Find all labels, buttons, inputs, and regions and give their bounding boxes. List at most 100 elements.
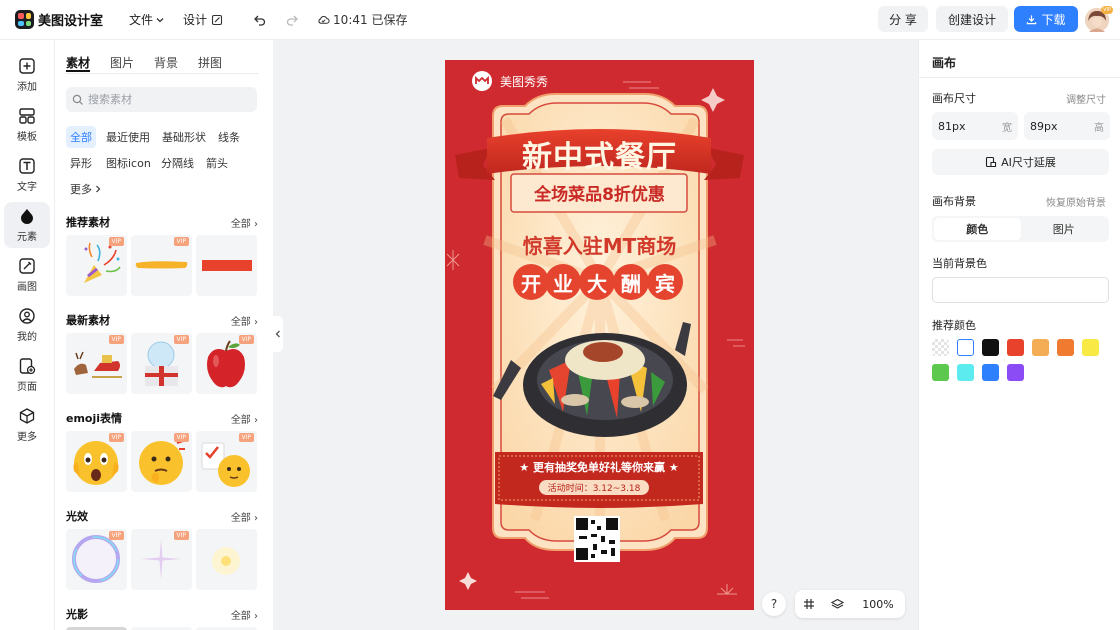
poster-opening-char[interactable]: 宾 [647,268,683,297]
resize-link[interactable]: 调整尺寸 [1066,91,1106,106]
material-thumb[interactable]: VIP [131,431,192,492]
see-all-label: 全部 [230,513,251,524]
see-all-link[interactable]: 全部 › [231,313,258,328]
material-thumb[interactable]: VIP [66,235,127,296]
poster-opening-char[interactable]: 酬 [613,268,649,297]
material-thumb[interactable]: VIP [66,333,127,394]
rail-item-elements[interactable]: 元素 [4,202,50,248]
design-canvas[interactable]: 美图秀秀 新中式餐厅 全场菜品8折优惠 惊喜入驻MT商场 开 业 大 酬 宾 ★… [445,60,754,610]
ai-extend-button[interactable]: AI尺寸延展 [932,149,1109,175]
material-thumb[interactable]: VIP [66,431,127,492]
material-thumb[interactable]: VIP [131,235,192,296]
swatch-white[interactable] [957,339,974,356]
create-design-button[interactable]: 创建设计 [936,6,1008,32]
search-box[interactable] [66,87,257,112]
avatar[interactable]: VIP [1085,6,1113,32]
zoom-level[interactable]: 100% [851,598,905,611]
height-value: 89px [1030,119,1058,133]
bg-mode-image[interactable]: 图片 [1021,218,1108,240]
poster-brand[interactable]: 美图秀秀 [500,73,548,90]
swatch-light-orange[interactable] [1032,339,1049,356]
layers-button[interactable] [823,598,851,611]
swatch-blue[interactable] [982,364,999,381]
material-thumb[interactable]: VIP [131,333,192,394]
see-all-link[interactable]: 全部 › [231,411,258,426]
rail-item-draw[interactable]: 画图 [4,252,50,298]
rail-item-add[interactable]: 添加 [4,52,50,98]
shapes-icon [21,209,33,224]
poster-tagline[interactable]: 惊喜入驻MT商场 [445,230,754,259]
bg-mode-color[interactable]: 颜色 [934,218,1021,240]
poster-opening-char[interactable]: 大 [579,268,615,297]
height-field[interactable]: 89px 高 [1024,112,1110,140]
filter-more[interactable]: 更多 [66,178,106,200]
plus-square-icon [19,58,35,74]
edit-icon [211,14,223,25]
help-button[interactable]: ? [762,592,786,616]
filter-arrows[interactable]: 箭头 [202,152,232,174]
rail-item-more[interactable]: 更多 [4,402,50,448]
filter-basic-shapes[interactable]: 基础形状 [158,126,210,148]
file-menu[interactable]: 文件 [129,11,165,28]
width-field[interactable]: 81px 宽 [932,112,1018,140]
swatch-red[interactable] [1007,339,1024,356]
undo-button[interactable] [249,9,271,31]
ai-resize-icon [986,156,997,168]
material-thumb[interactable]: VIP [196,431,257,492]
swatch-transparent[interactable] [932,339,949,356]
share-button[interactable]: 分 享 [878,6,928,32]
filter-lines[interactable]: 线条 [214,126,244,148]
material-thumb[interactable]: VIP [131,529,192,590]
tab-collage[interactable]: 拼图 [198,54,222,72]
see-all-link[interactable]: 全部 › [231,215,258,230]
download-button[interactable]: 下载 [1014,6,1078,32]
tab-materials[interactable]: 素材 [66,54,91,72]
swatch-black[interactable] [982,339,999,356]
filter-recent[interactable]: 最近使用 [102,126,154,148]
filter-dividers[interactable]: 分隔线 [157,152,198,174]
poster-banner-text[interactable]: ★ 更有抽奖免单好礼等你来赢 ★ [495,459,703,475]
tab-backgrounds[interactable]: 背景 [154,54,178,72]
material-thumb[interactable]: VIP [66,529,127,590]
rail-item-template[interactable]: 模板 [4,102,50,148]
recommended-colors-label: 推荐颜色 [932,319,976,332]
swatch-cyan[interactable] [957,364,974,381]
see-all-link[interactable]: 全部 › [231,509,258,524]
swatch-purple[interactable] [1007,364,1024,381]
undo-icon [254,15,266,26]
rail-item-page[interactable]: 页面 [4,352,50,398]
filter-irregular[interactable]: 异形 [66,152,96,174]
vip-badge: VIP [173,335,189,344]
vip-badge: VIP [108,433,124,442]
divider [919,77,1120,78]
swatch-orange[interactable] [1057,339,1074,356]
swatch-green[interactable] [932,364,949,381]
filter-icons[interactable]: 图标icon [102,152,155,174]
collapse-panel-button[interactable] [273,316,283,352]
canvas-settings-panel: 画布 画布尺寸 调整尺寸 81px 宽 89px 高 AI尺寸延展 画布背景 恢… [918,40,1120,630]
poster-event-time[interactable]: 活动时间：3.12~3.18 [539,481,649,494]
restore-bg-link[interactable]: 恢复原始背景 [1046,194,1106,209]
poster-opening-char[interactable]: 开 [513,268,549,297]
swatch-yellow[interactable] [1082,339,1099,356]
grid-button[interactable] [795,598,823,610]
poster-headline[interactable]: 新中式餐厅 [445,132,754,176]
search-input[interactable] [88,93,248,106]
poster-opening-char[interactable]: 业 [545,268,581,297]
filter-all[interactable]: 全部 [66,126,96,148]
material-thumb[interactable] [196,529,257,590]
current-bg-color-field[interactable] [932,277,1109,303]
design-menu[interactable]: 设计 [183,11,223,28]
tab-images[interactable]: 图片 [110,54,134,72]
material-thumb[interactable] [196,235,257,296]
app-logo[interactable]: 美图设计室 [15,10,103,29]
material-thumb[interactable]: VIP [196,333,257,394]
rail-item-mine[interactable]: 我的 [4,302,50,348]
poster-subheadline[interactable]: 全场菜品8折优惠 [445,180,754,205]
panel-tabs: 素材 图片 背景 拼图 [66,54,222,72]
rail-item-text[interactable]: 文字 [4,152,50,198]
redo-button[interactable] [281,9,303,31]
see-all-link[interactable]: 全部 › [231,607,258,622]
search-icon [72,94,83,105]
redo-icon [286,15,298,26]
